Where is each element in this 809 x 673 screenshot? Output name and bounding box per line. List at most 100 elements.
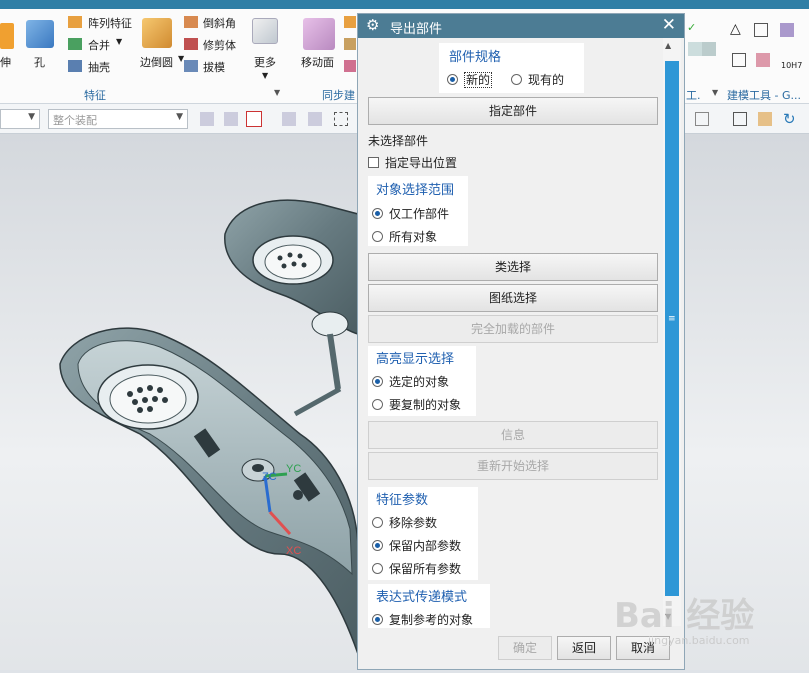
sync-tool-icon[interactable] xyxy=(344,38,356,50)
tool-icon[interactable] xyxy=(702,42,716,56)
radio-copy-referenced[interactable]: 复制参考的对象 xyxy=(372,611,473,628)
zc-axis-label: ZC xyxy=(262,471,277,483)
fully-loaded-parts-button[interactable]: 完全加载的部件 xyxy=(368,315,658,343)
shell-icon[interactable] xyxy=(68,60,82,72)
dialog-title: 导出部件 xyxy=(390,22,443,37)
pattern-icon[interactable] xyxy=(68,16,82,28)
group-label-modeling-tools: 建模工具 - G... xyxy=(727,89,801,102)
tool-icon[interactable] xyxy=(780,23,794,37)
highlight-title: 高亮显示选择 xyxy=(376,352,455,367)
class-select-button[interactable]: 类选择 xyxy=(368,253,658,281)
radio-icon[interactable] xyxy=(372,563,383,574)
group-label-gong: 工. xyxy=(686,89,701,102)
radio-selected-objects[interactable]: 选定的对象 xyxy=(372,373,449,390)
selection-scope-combo[interactable]: 整个装配 ▼ xyxy=(48,109,188,129)
scope-group: 对象选择范围 仅工作部件 所有对象 xyxy=(368,176,468,246)
stretch-icon[interactable] xyxy=(0,23,14,49)
chamfer-button[interactable]: 倒斜角 xyxy=(203,15,236,31)
more-icon[interactable] xyxy=(252,18,278,44)
triangle-icon[interactable]: △ xyxy=(730,21,741,37)
radio-icon[interactable] xyxy=(372,614,383,625)
hole-icon[interactable] xyxy=(26,20,54,48)
tool-icon[interactable] xyxy=(688,42,702,56)
filter-icon[interactable] xyxy=(308,112,322,126)
chamfer-icon[interactable] xyxy=(184,16,198,28)
note-icon[interactable] xyxy=(732,53,746,67)
scrollbar-thumb[interactable] xyxy=(665,61,679,596)
rectangle-icon[interactable] xyxy=(754,23,768,37)
radio-objects-to-copy[interactable]: 要复制的对象 xyxy=(372,396,461,413)
radio-remove-params[interactable]: 移除参数 xyxy=(372,514,437,531)
tool-icon[interactable] xyxy=(756,53,770,67)
expression-mode-group: 表达式传递模式 复制参考的对象 xyxy=(368,584,490,628)
watermark-logo: Bai 经验 xyxy=(614,596,755,636)
specify-export-location-checkbox[interactable]: 指定导出位置 xyxy=(368,154,457,171)
unite-icon[interactable] xyxy=(68,38,82,50)
gear-icon: ⚙ xyxy=(366,16,380,34)
radio-work-part-only[interactable]: 仅工作部件 xyxy=(372,205,449,222)
specify-part-button[interactable]: 指定部件 xyxy=(368,97,658,125)
radio-icon[interactable] xyxy=(372,208,383,219)
radio-icon[interactable] xyxy=(372,376,383,387)
snap-icon[interactable] xyxy=(246,111,262,127)
checkbox-icon[interactable] xyxy=(368,157,379,168)
type-filter-combo[interactable]: ▼ xyxy=(0,109,40,129)
selection-status: 未选择部件 xyxy=(368,134,429,148)
radio-existing[interactable]: 现有的 xyxy=(511,71,564,88)
stretch-label[interactable]: 伸 xyxy=(0,54,11,70)
edge-blend-button[interactable]: 边倒圆 xyxy=(140,54,173,70)
back-button[interactable]: 返回 xyxy=(557,636,611,660)
filter-icon[interactable] xyxy=(224,112,238,126)
scope-title: 对象选择范围 xyxy=(376,183,455,198)
more-button[interactable]: 更多 xyxy=(254,54,276,70)
dialog-title-bar[interactable]: ⚙ 导出部件 ✕ xyxy=(358,14,684,38)
chevron-down-icon[interactable]: ▼ xyxy=(262,71,268,80)
hole-label[interactable]: 孔 xyxy=(34,54,45,70)
unite-button[interactable]: 合并 xyxy=(88,37,110,53)
sync-tool-icon[interactable] xyxy=(344,60,356,72)
edge-blend-icon[interactable] xyxy=(142,18,172,48)
refresh-icon[interactable]: ↻ xyxy=(783,110,796,128)
radio-icon[interactable] xyxy=(372,517,383,528)
move-face-icon[interactable] xyxy=(303,18,335,50)
filter-icon[interactable] xyxy=(200,112,214,126)
zoom-icon[interactable] xyxy=(733,112,747,126)
trim-body-button[interactable]: 修剪体 xyxy=(203,37,236,53)
close-icon[interactable]: ✕ xyxy=(662,15,676,35)
tolerance-icon[interactable]: 10H7 xyxy=(781,61,802,70)
view-icon[interactable] xyxy=(695,112,709,126)
restart-selection-button[interactable]: 重新开始选择 xyxy=(368,452,658,480)
select-box-icon[interactable] xyxy=(334,112,348,126)
filter-icon[interactable] xyxy=(282,112,296,126)
chevron-down-icon[interactable]: ▼ xyxy=(274,88,280,97)
check-icon[interactable]: ✓ xyxy=(687,21,696,34)
draft-icon[interactable] xyxy=(184,60,198,72)
shell-button[interactable]: 抽壳 xyxy=(88,59,110,75)
radio-icon[interactable] xyxy=(372,399,383,410)
part-spec-title: 部件规格 xyxy=(449,50,502,65)
pattern-button[interactable]: 阵列特征 xyxy=(88,15,132,31)
radio-icon[interactable] xyxy=(372,231,383,242)
drawing-select-button[interactable]: 图纸选择 xyxy=(368,284,658,312)
chevron-down-icon[interactable]: ▼ xyxy=(712,88,718,97)
radio-icon[interactable] xyxy=(447,74,458,85)
chevron-down-icon[interactable]: ▼ xyxy=(116,37,122,46)
part-spec-group: 部件规格 新的 现有的 xyxy=(439,43,584,93)
move-face-button[interactable]: 移动面 xyxy=(301,54,334,70)
radio-keep-all-params[interactable]: 保留所有参数 xyxy=(372,560,461,577)
radio-keep-internal-params[interactable]: 保留内部参数 xyxy=(372,537,461,554)
ok-button[interactable]: 确定 xyxy=(498,636,552,660)
radio-icon[interactable] xyxy=(511,74,522,85)
radio-icon[interactable] xyxy=(372,540,383,551)
scroll-up-icon[interactable]: ▲ xyxy=(665,41,671,50)
trim-body-icon[interactable] xyxy=(184,38,198,50)
draft-button[interactable]: 拔模 xyxy=(203,59,225,75)
radio-new[interactable]: 新的 xyxy=(447,71,493,88)
sync-tool-icon[interactable] xyxy=(344,16,356,28)
info-button[interactable]: 信息 xyxy=(368,421,658,449)
expression-mode-title: 表达式传递模式 xyxy=(376,590,468,605)
feature-params-title: 特征参数 xyxy=(376,493,429,508)
xc-axis-label: XC xyxy=(286,545,301,557)
render-icon[interactable] xyxy=(758,112,772,126)
radio-all-objects[interactable]: 所有对象 xyxy=(372,228,437,245)
